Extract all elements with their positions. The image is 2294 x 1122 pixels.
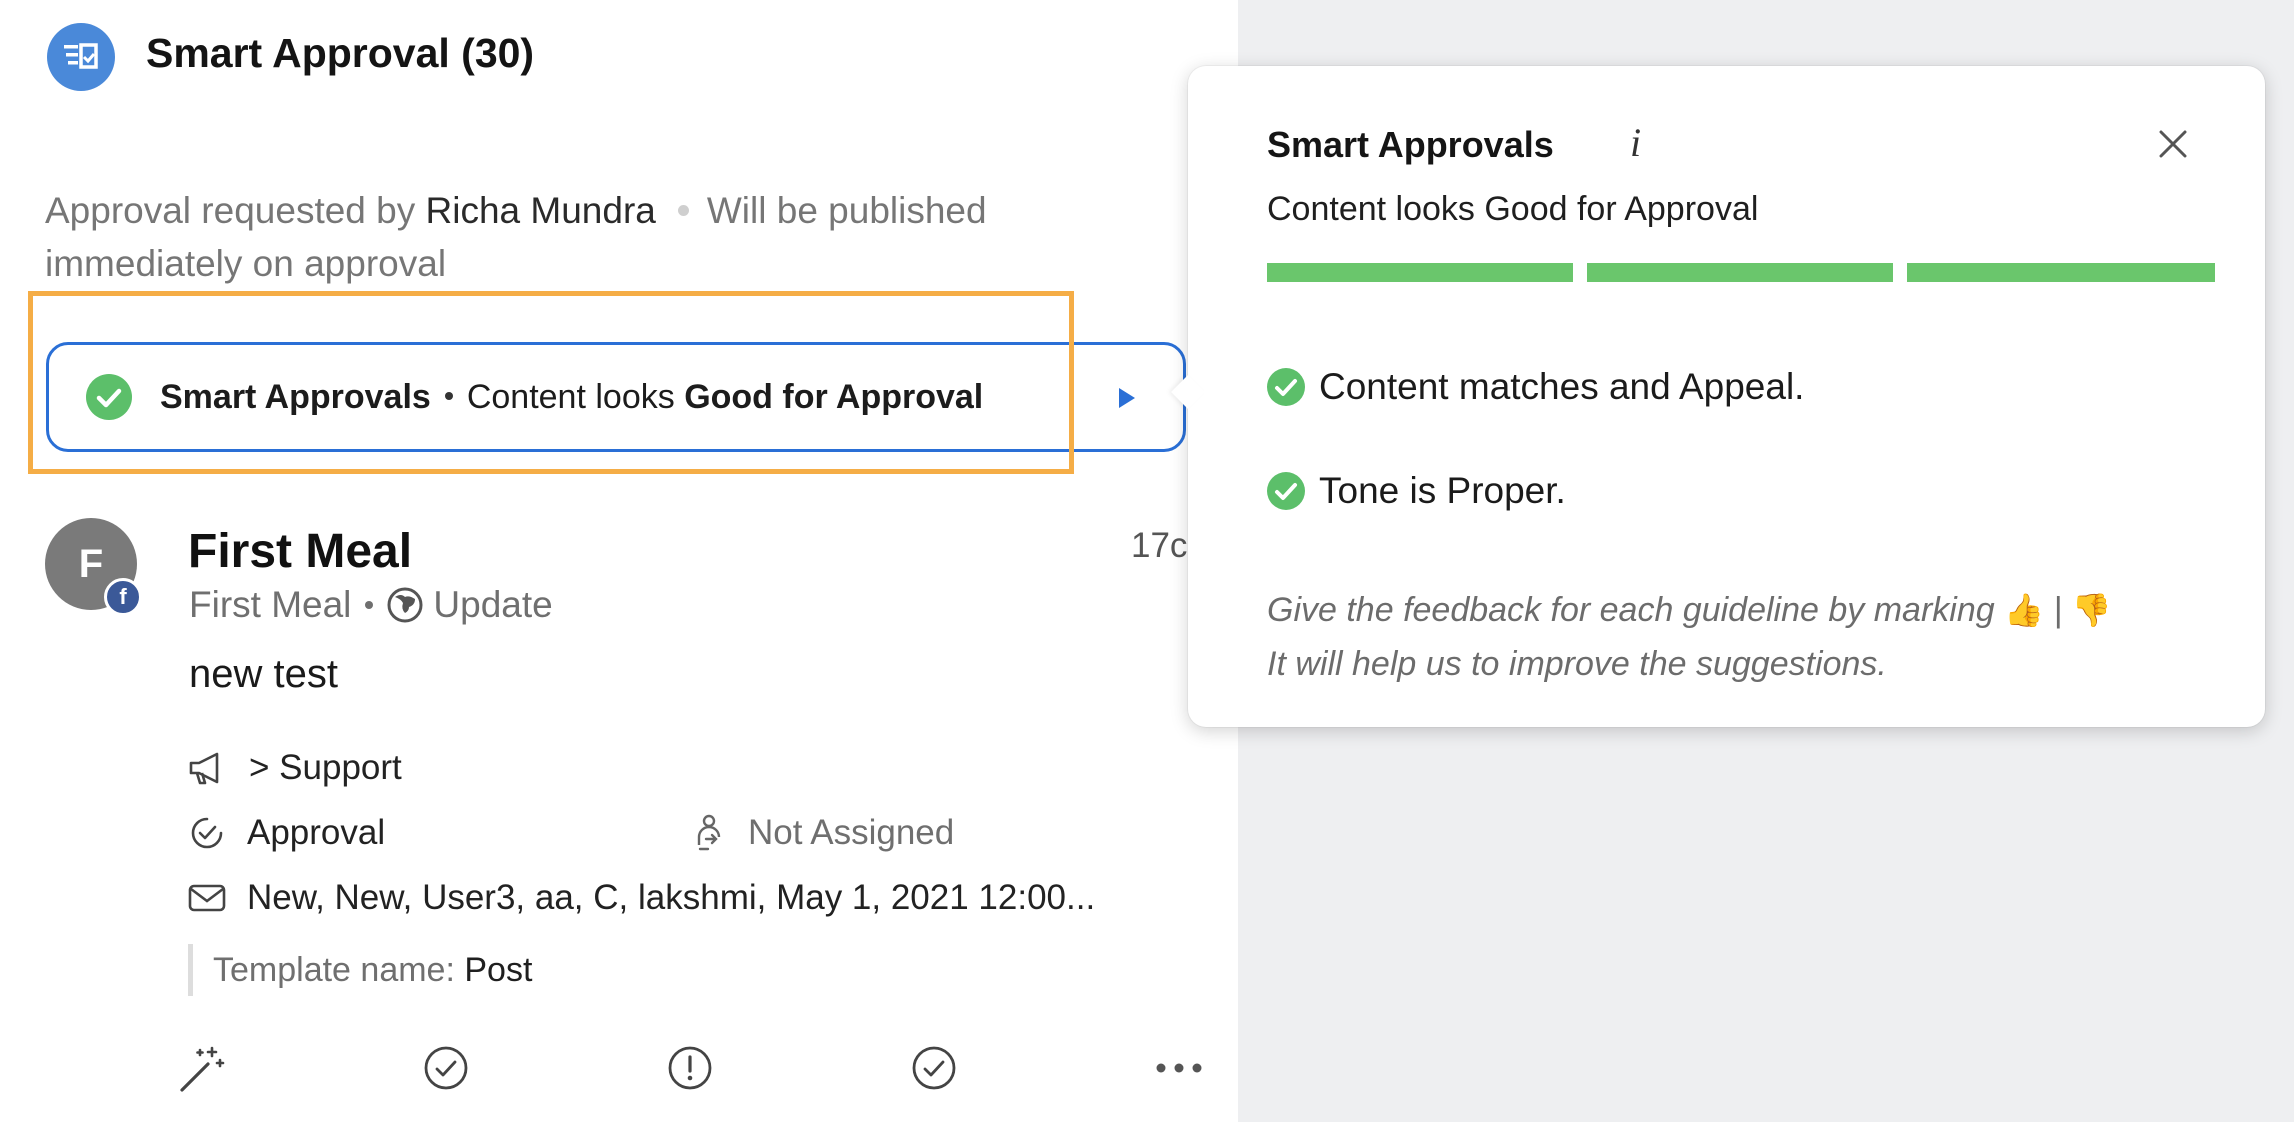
approval-prefix: Approval requested by [45, 190, 416, 231]
alert-icon[interactable] [666, 1044, 714, 1092]
assign-user-icon [697, 814, 721, 851]
post-title[interactable]: First Meal [188, 524, 412, 579]
queue-label: > Support [249, 748, 402, 787]
guideline-item: Tone is Proper. [1267, 470, 1566, 512]
check-circle-icon [1267, 368, 1305, 406]
queue-row[interactable]: > Support [187, 748, 402, 788]
approval-request-info: Approval requested by Richa Mundra Will b… [45, 184, 1085, 290]
close-icon[interactable] [2157, 128, 2189, 160]
approval-list-icon [64, 43, 98, 69]
template-value: Post [464, 951, 533, 989]
megaphone-icon [189, 752, 219, 785]
feedback-divider: | [2053, 591, 2063, 629]
separator-dot [365, 601, 374, 609]
thumbs-up-icon[interactable]: 👍 [2004, 592, 2044, 628]
post-type: Update [433, 584, 553, 625]
page-title: Smart Approval (30) [146, 30, 535, 76]
feedback-note: Give the feedback for each guideline by … [1267, 583, 2112, 691]
check-circle-icon [1267, 472, 1305, 510]
tags-label: New, New, User3, aa, C, lakshmi, May 1, … [247, 878, 1096, 917]
thumbs-down-icon[interactable]: 👎 [2072, 592, 2112, 628]
status-row[interactable]: Approval [187, 813, 385, 853]
requester-name[interactable]: Richa Mundra [426, 190, 656, 231]
smart-approval-app-icon [47, 23, 115, 91]
tags-row[interactable]: New, New, User3, aa, C, lakshmi, May 1, … [187, 878, 1095, 918]
caret-right-icon[interactable] [1117, 386, 1137, 410]
envelope-icon [188, 884, 226, 912]
guideline-text: Tone is Proper. [1319, 470, 1566, 511]
magic-wand-icon[interactable] [176, 1044, 228, 1096]
approval-status-icon [191, 817, 223, 849]
post-subtitle: First Meal Update [189, 584, 553, 626]
assignee-label: Not Assigned [748, 813, 955, 852]
approve-check-icon[interactable] [422, 1044, 470, 1092]
separator-dot [677, 204, 689, 216]
guideline-text: Content matches and Appeal. [1319, 366, 1805, 407]
facebook-icon: f [104, 578, 142, 616]
globe-icon [387, 587, 423, 623]
template-info: Template name: Post [188, 944, 532, 996]
complete-check-icon[interactable] [910, 1044, 958, 1092]
guideline-item: Content matches and Appeal. [1267, 366, 1804, 408]
publish-note-line1: Will be published [706, 190, 987, 231]
progress-segment [1267, 263, 1573, 282]
highlight-box [28, 291, 1074, 474]
info-icon[interactable]: i [1630, 119, 1641, 166]
post-body: new test [189, 652, 338, 696]
popover-status: Content looks Good for Approval [1267, 190, 1759, 228]
progress-segment [1907, 263, 2215, 282]
progress-segment [1587, 263, 1893, 282]
template-label: Template name: [213, 951, 455, 989]
publish-note-line2: immediately on approval [45, 243, 447, 284]
status-label: Approval [247, 813, 386, 852]
post-account: First Meal [189, 584, 352, 625]
popover-title: Smart Approvals [1267, 124, 1554, 165]
feedback-line1: Give the feedback for each guideline by … [1267, 591, 1995, 629]
more-options-icon[interactable] [1154, 1058, 1204, 1078]
feedback-line2: It will help us to improve the suggestio… [1267, 645, 1887, 683]
assignee-row[interactable]: Not Assigned [690, 813, 954, 853]
post-timestamp: 17c [1131, 526, 1188, 565]
